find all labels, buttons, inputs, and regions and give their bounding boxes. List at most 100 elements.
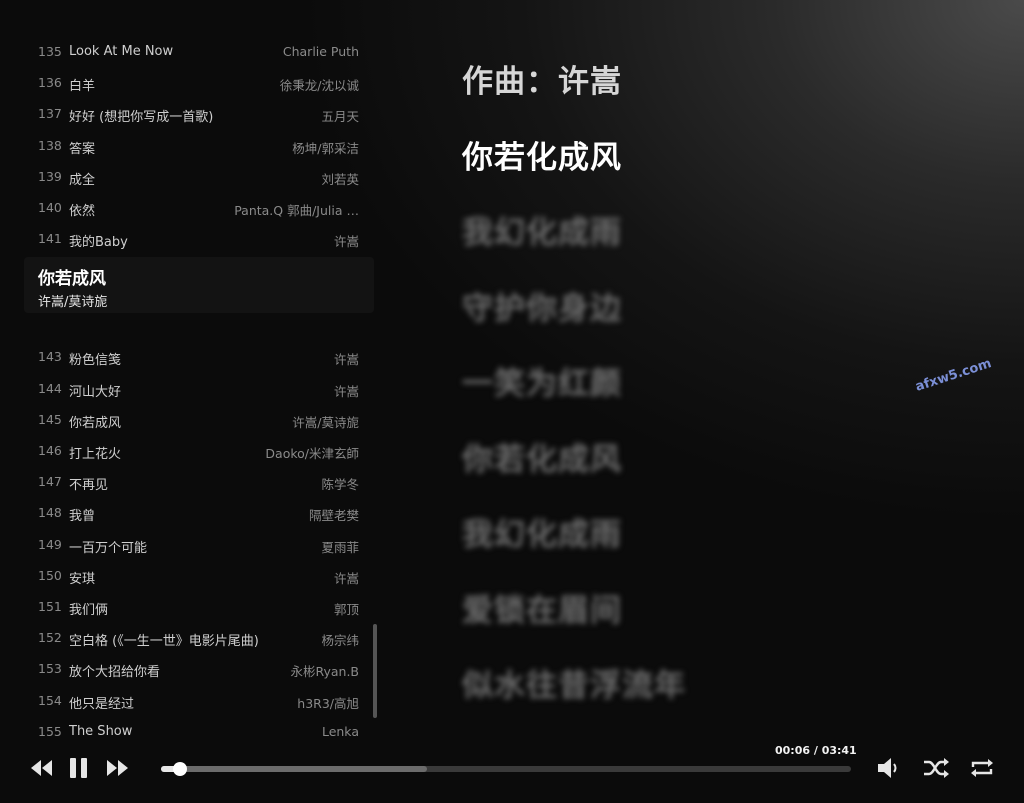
track-artist: 许嵩 bbox=[333, 234, 359, 250]
playlist-item[interactable]: 138 答案 杨坤/郭采洁 bbox=[24, 130, 370, 161]
track-artist: 杨坤/郭采洁 bbox=[292, 140, 359, 156]
playlist-item[interactable]: 146 打上花火 Daoko/米津玄師 bbox=[24, 435, 370, 466]
lyric-line: 你若化成风 bbox=[462, 441, 622, 478]
lyric-line: 守护你身边 bbox=[462, 290, 622, 327]
track-artist: 许嵩/莫诗旎 bbox=[292, 414, 359, 430]
track-artist: 郭顶 bbox=[333, 602, 359, 617]
repeat-button[interactable] bbox=[969, 756, 995, 784]
track-title: 成全 bbox=[69, 172, 96, 188]
progress-handle[interactable] bbox=[172, 762, 187, 776]
track-number: 154 bbox=[38, 692, 62, 708]
prev-icon bbox=[31, 760, 52, 776]
playlist-item[interactable]: 153 放个大招给你看 永彬Ryan.B bbox=[24, 653, 370, 684]
track-artist: 夏雨菲 bbox=[321, 539, 359, 555]
playlist-item[interactable]: 145 你若成风 许嵩/莫诗旎 bbox=[24, 404, 370, 435]
time-display: 00:06 / 03:41 bbox=[775, 744, 857, 757]
track-number: 139 bbox=[38, 168, 62, 184]
playlist-scrollbar[interactable] bbox=[373, 624, 377, 718]
playlist-item[interactable]: 135 Look At Me Now Charlie Puth bbox=[24, 36, 370, 67]
track-number: 137 bbox=[38, 106, 62, 122]
track-title: 好好 (想把你写成一首歌) bbox=[69, 110, 214, 126]
track-number: 147 bbox=[38, 474, 62, 490]
track-artist: 许嵩/莫诗旎 bbox=[38, 295, 108, 311]
track-title: 放个大招给你看 bbox=[69, 665, 161, 681]
lyric-line: 我幻化成雨 bbox=[462, 517, 622, 553]
track-title: 空白格 (《一生一世》电影片尾曲) bbox=[69, 634, 259, 650]
lyric-line: 一笑为红颜 bbox=[462, 366, 622, 402]
track-number: 148 bbox=[38, 505, 62, 521]
track-artist: Charlie Puth bbox=[282, 44, 359, 59]
playlist-item[interactable]: 154 他只是经过 h3R3/高旭 bbox=[24, 685, 370, 716]
track-number: 153 bbox=[38, 661, 62, 677]
playlist-item[interactable]: 151 我们俩 郭顶 bbox=[24, 591, 370, 622]
track-title: 依然 bbox=[69, 204, 96, 219]
playlist-item[interactable]: 144 河山大好 许嵩 bbox=[24, 373, 370, 404]
volume-icon bbox=[878, 758, 897, 778]
progress-bar[interactable] bbox=[161, 762, 851, 776]
playlist-item[interactable]: 143 粉色信笺 许嵩 bbox=[24, 341, 370, 372]
progress-buffered bbox=[161, 766, 427, 772]
watermark: afxw5.com bbox=[913, 356, 994, 395]
track-title: 不再见 bbox=[69, 478, 109, 494]
track-number: 145 bbox=[38, 411, 62, 427]
track-artist: Lenka bbox=[321, 723, 359, 739]
track-artist: 杨宗纬 bbox=[321, 633, 359, 649]
pause-icon bbox=[70, 758, 87, 778]
track-title: 我们俩 bbox=[69, 603, 109, 618]
volume-button[interactable] bbox=[876, 756, 902, 784]
track-artist: Panta.Q 郭曲/Julia … bbox=[234, 203, 359, 218]
track-artist: 许嵩 bbox=[333, 383, 359, 399]
track-number: 140 bbox=[38, 200, 62, 215]
playlist-item[interactable]: 148 我曾 隔壁老樊 bbox=[24, 497, 370, 528]
prev-button[interactable] bbox=[29, 758, 53, 782]
playlist-item[interactable]: 149 一百万个可能 夏雨菲 bbox=[24, 529, 370, 560]
playlist-item[interactable]: 137 好好 (想把你写成一首歌) 五月天 bbox=[24, 98, 370, 129]
track-title: 河山大好 bbox=[69, 384, 122, 400]
track-artist: 刘若英 bbox=[321, 171, 359, 187]
track-title: 他只是经过 bbox=[69, 696, 135, 712]
track-artist: Daoko/米津玄師 bbox=[265, 446, 359, 461]
playlist-item-active[interactable]: 你若成风许嵩/莫诗旎 bbox=[24, 257, 374, 313]
track-number: 152 bbox=[38, 630, 62, 646]
lyric-line: 作曲：许嵩 bbox=[462, 64, 622, 100]
lyric-line: 我幻化成雨 bbox=[462, 215, 622, 251]
track-title: 一百万个可能 bbox=[69, 540, 148, 556]
lyric-line: 爱锁在眉间 bbox=[462, 592, 622, 629]
track-title: 打上花火 bbox=[69, 447, 122, 462]
track-artist: 徐秉龙/沈以诚 bbox=[279, 78, 359, 94]
track-title: 我曾 bbox=[69, 509, 96, 525]
playlist-item[interactable]: 139 成全 刘若英 bbox=[24, 161, 370, 192]
track-artist: h3R3/高旭 bbox=[297, 695, 359, 711]
next-icon bbox=[107, 760, 128, 776]
playlist-item[interactable]: 141 我的Baby 许嵩 bbox=[24, 223, 370, 254]
track-title: 答案 bbox=[69, 141, 96, 157]
track-title: 你若成风 bbox=[69, 415, 122, 431]
track-title: 我的Baby bbox=[69, 235, 128, 251]
shuffle-icon bbox=[924, 758, 949, 778]
track-number: 150 bbox=[38, 567, 62, 583]
shuffle-button[interactable] bbox=[922, 756, 950, 784]
playlist-item[interactable]: 140 依然 Panta.Q 郭曲/Julia … bbox=[24, 192, 370, 223]
repeat-icon bbox=[971, 759, 993, 777]
track-number: 143 bbox=[38, 349, 62, 365]
track-number: 135 bbox=[38, 44, 62, 59]
playlist-item[interactable]: 152 空白格 (《一生一世》电影片尾曲) 杨宗纬 bbox=[24, 622, 370, 653]
playlist-item[interactable]: 136 白羊 徐秉龙/沈以诚 bbox=[24, 67, 370, 98]
track-title: Look At Me Now bbox=[69, 44, 174, 59]
next-button[interactable] bbox=[106, 758, 130, 782]
track-title: 安琪 bbox=[69, 571, 96, 587]
track-artist: 许嵩 bbox=[333, 352, 359, 368]
lyric-line-current: 你若化成风 bbox=[462, 139, 622, 176]
track-number: 136 bbox=[38, 75, 62, 91]
track-title: 白羊 bbox=[69, 79, 96, 95]
track-number: 146 bbox=[38, 443, 62, 458]
track-number: 144 bbox=[38, 380, 62, 396]
track-title: 粉色信笺 bbox=[69, 353, 122, 369]
track-number: 149 bbox=[38, 536, 62, 552]
track-artist: 隔壁老樊 bbox=[308, 508, 359, 524]
track-artist: 五月天 bbox=[321, 109, 359, 125]
playlist-item[interactable]: 147 不再见 陈学冬 bbox=[24, 466, 370, 497]
pause-button[interactable] bbox=[69, 757, 89, 783]
playlist-item[interactable]: 150 安琪 许嵩 bbox=[24, 560, 370, 591]
track-title: 你若成风 bbox=[38, 269, 106, 290]
